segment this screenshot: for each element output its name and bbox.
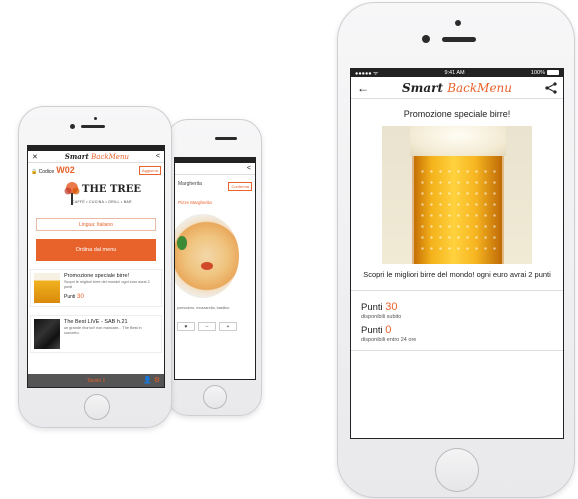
share-icon[interactable] [545,81,557,94]
venue-screen: ✕ Smart BackMenu < 🔒 Codice W02 Aggiorna … [27,145,165,388]
nav-bar: ✕ Smart BackMenu < [28,151,164,163]
phone-venue: ✕ Smart BackMenu < 🔒 Codice W02 Aggiorna … [18,106,172,428]
footer-bar: Tavolo 1 👤 ⚙ [28,374,164,387]
beer-foam [410,126,506,156]
card-title: The Best LIVE - SAB h.21 [64,319,128,325]
carrier-signal: ●●●●● ᯤ [355,71,379,77]
beer-image [382,126,532,264]
card-points: Punti 30 [64,292,85,300]
footer-icons: 👤 ⚙ [143,376,160,384]
event-card[interactable]: The Best LIVE - SAB h.21 un grande ritor… [30,315,162,353]
home-button[interactable] [435,448,479,492]
promo-title: Promozione speciale birre! [403,109,511,119]
code-value: W02 [56,165,75,175]
card-title: Promozione speciale birre! [64,273,130,279]
user-icon[interactable]: 👤 [143,377,152,384]
section-divider [351,350,563,352]
favorite-button[interactable]: ♥ [177,322,195,331]
gear-icon[interactable]: ⚙ [154,377,160,384]
phone-sensor [94,117,97,120]
home-button[interactable] [203,385,227,409]
dish-controls: ♥ – + [177,322,237,331]
table-code-row: 🔒 Codice W02 Aggiorna [28,163,164,177]
phone-pizza: < Margherita Conferma Pizze Margherita p… [166,119,262,416]
card-description: Scopri le migliori birre del mondo! ogni… [64,280,150,289]
dish-caption: pomodoro, mozzarella, basilico [177,306,230,310]
phone-speaker [215,137,237,140]
points-available-later: Punti 0 disponibili entro 24 ore [361,324,553,343]
phone-promo-detail: ●●●●● ᯤ 9:41 AM 100% ← Smart BackMenu Pr… [337,2,575,498]
basil-leaf [177,236,187,250]
phone-camera [70,124,75,129]
beer-thumbnail [34,273,60,303]
concert-thumbnail [34,319,60,349]
status-bar: ●●●●● ᯤ 9:41 AM 100% [351,69,563,77]
phone-camera [422,35,430,43]
increase-button[interactable]: + [219,322,237,331]
dish-crumb: Pizze Margherita [178,200,212,205]
home-button[interactable] [84,394,110,420]
beer-bubbles [418,166,498,256]
order-menu-button[interactable]: Ordina dal menu [36,239,156,261]
status-time: 9:41 AM [444,70,465,76]
confirm-tag[interactable]: Conferma [228,182,252,191]
code-label: 🔒 Codice W02 [31,165,75,175]
sauce-spot [201,262,213,270]
venue-logo: THE TREE CAFFÈ • CUCINA • GRILL • BAR [28,179,164,211]
nav-bar: < [175,163,255,175]
back-arrow-icon[interactable]: ← [357,81,369,95]
points-section: Punti 30 disponibili subito Punti 0 disp… [351,291,563,343]
phone-sensor [455,20,461,26]
card-description: un grande ritorno!! non mancare... The B… [64,326,142,335]
share-icon[interactable]: < [156,153,160,160]
share-icon[interactable]: < [247,165,251,172]
refresh-button[interactable]: Aggiorna [138,165,161,175]
nav-bar: ← Smart BackMenu [351,77,563,99]
battery-icon [547,70,559,76]
phone-speaker [442,37,476,42]
app-logo: Smart BackMenu [64,152,129,161]
promo-screen: ●●●●● ᯤ 9:41 AM 100% ← Smart BackMenu Pr… [350,68,564,439]
dish-title: Margherita [178,181,202,187]
table-tab[interactable]: Tavolo 1 [87,378,106,384]
promo-description: Scopri le migliori birre del mondo! ogni… [363,270,551,279]
points-sub: disponibili subito [361,314,402,321]
venue-name: THE TREE [82,184,141,195]
app-logo: Smart BackMenu [401,80,512,95]
venue-subtitle: CAFFÈ • CUCINA • GRILL • BAR [72,200,132,204]
close-icon[interactable]: ✕ [32,153,38,161]
pizza-image [175,214,239,298]
composite-stage: < Margherita Conferma Pizze Margherita p… [0,0,578,499]
pizza-screen: < Margherita Conferma Pizze Margherita p… [174,157,256,380]
language-select[interactable]: Lingua: Italiano [36,218,156,231]
battery-indicator: 100% [531,70,559,76]
phone-speaker [81,125,105,128]
points-sub: disponibili entro 24 ore [361,337,417,344]
promo-card[interactable]: Promozione speciale birre! Scopri le mig… [30,269,162,307]
points-available-now: Punti 30 disponibili subito [361,301,553,320]
decrease-button[interactable]: – [198,322,216,331]
